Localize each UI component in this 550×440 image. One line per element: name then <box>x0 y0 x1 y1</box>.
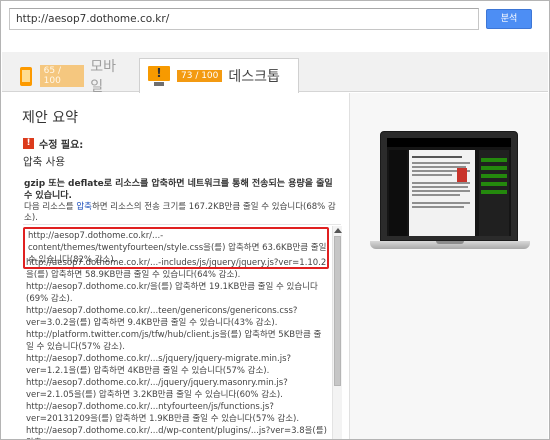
mobile-phone-icon <box>18 65 34 87</box>
tab-mobile-label: 모바일 <box>90 59 116 95</box>
required-fix-text: 수정 필요: <box>39 140 84 151</box>
list-scrollbar[interactable] <box>332 226 342 439</box>
tab-desktop[interactable]: 73 / 100 데스크톱 <box>139 58 299 93</box>
scroll-up-arrow-icon[interactable] <box>334 228 342 233</box>
rule-description: 다음 리소스를 압축하면 리소스의 전송 크기를 167.2KB만큼 줄일 수 … <box>24 202 344 224</box>
list-item: http://aesop7.dothome.co.kr/...ntyfourte… <box>26 402 300 424</box>
description-pre: 다음 리소스를 <box>24 202 77 212</box>
device-tabs: 65 / 100 모바일 73 / 100 데스크톱 <box>2 52 548 95</box>
tab-mobile[interactable]: 65 / 100 모바일 <box>18 59 128 95</box>
resource-list[interactable]: http://aesop7.dothome.co.kr/...-content/… <box>23 224 341 439</box>
rule-title[interactable]: 압축 사용 <box>23 154 65 169</box>
compress-link[interactable]: 압축 <box>76 202 92 212</box>
url-toolbar: 분석 <box>2 2 548 52</box>
scroll-thumb[interactable] <box>334 236 341 386</box>
tab-desktop-label: 데스크톱 <box>228 69 280 85</box>
list-item: http://aesop7.dothome.co.kr/...teen/gene… <box>26 306 298 328</box>
list-item: http://aesop7.dothome.co.kr/을(를) 압축하면 19… <box>26 282 318 304</box>
analyze-button[interactable]: 분석 <box>486 9 532 29</box>
preview-panel <box>349 93 548 439</box>
laptop-preview-image <box>370 131 530 251</box>
list-item: http://aesop7.dothome.co.kr/.../jquery/j… <box>26 378 288 400</box>
desktop-score-badge: 73 / 100 <box>177 70 223 82</box>
page-title: 제안 요약 <box>22 110 78 126</box>
rule-summary: gzip 또는 deflate로 리소스를 압축하면 네트워크를 통해 전송되는… <box>24 179 333 201</box>
list-item: http://aesop7.dothome.co.kr/...d/wp-cont… <box>26 426 327 439</box>
desktop-monitor-icon <box>148 65 170 87</box>
list-item: http://platform.twitter.com/js/tfw/hub/c… <box>26 330 322 352</box>
suggestion-panel: 제안 요약 ! 수정 필요: 압축 사용 gzip 또는 deflate로 리소… <box>2 93 348 439</box>
url-input[interactable] <box>9 8 479 30</box>
warning-icon: ! <box>23 138 34 149</box>
list-item: http://aesop7.dothome.co.kr/...s/jquery/… <box>26 354 292 376</box>
pagespeed-window: 분석 65 / 100 모바일 73 / 100 데스크톱 제안 요약 ! 수정… <box>0 0 550 440</box>
required-fix-label: ! 수정 필요: <box>23 136 83 151</box>
mobile-score-badge: 65 / 100 <box>39 65 85 87</box>
list-item: http://aesop7.dothome.co.kr/...-includes… <box>26 258 327 280</box>
